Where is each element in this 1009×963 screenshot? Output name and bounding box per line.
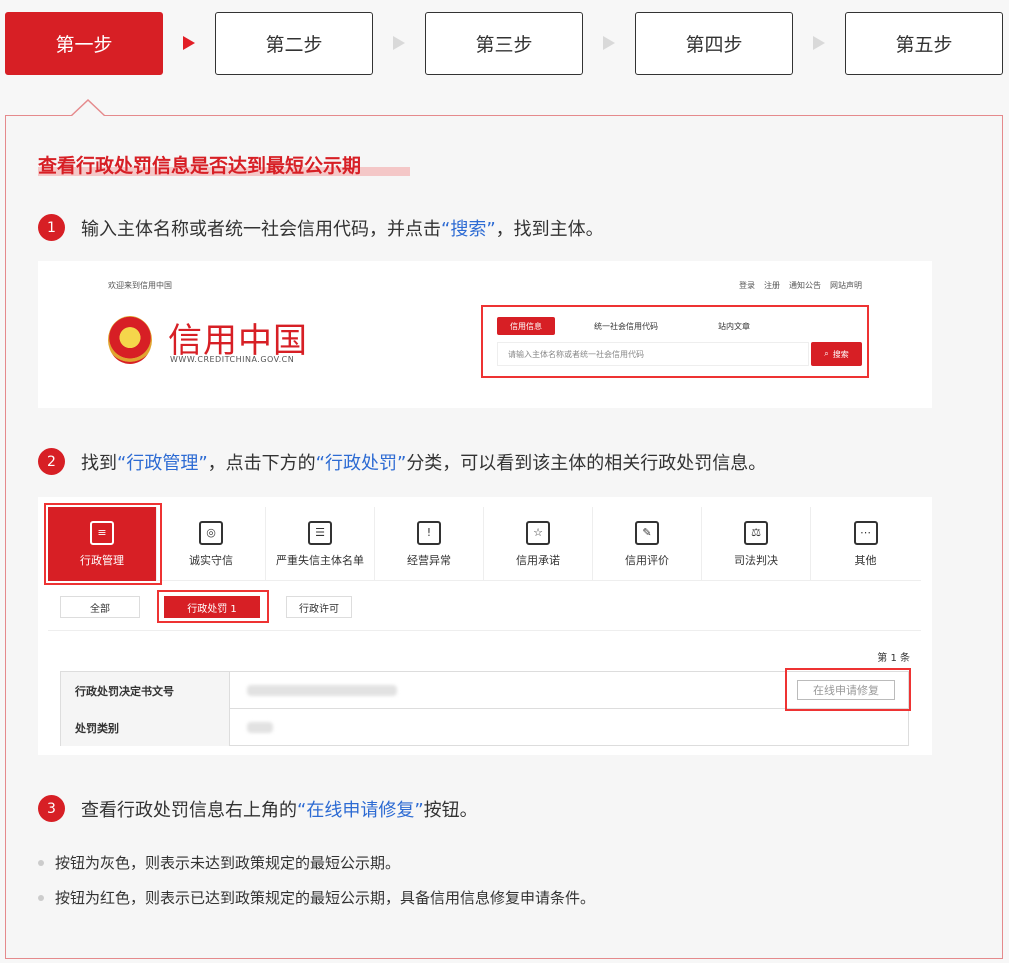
step-arrow-icon [393, 36, 405, 50]
category-integrity[interactable]: ◎ 诚实守信 [157, 507, 266, 581]
promise-icon: ☆ [526, 520, 550, 545]
note-gray: 按钮为灰色，则表示未达到政策规定的最短公示期。 [38, 852, 400, 873]
step-1[interactable]: 第一步 [5, 12, 163, 75]
filter-all[interactable]: 全部 [60, 596, 140, 618]
panel-title: 查看行政处罚信息是否达到最短公示期 [38, 155, 362, 177]
step-number-badge: 3 [38, 795, 65, 822]
search-button[interactable]: ⌕ 搜索 [811, 342, 862, 366]
instruction-step-3: 3 查看行政处罚信息右上角的 “在线申请修复” 按钮。 [38, 795, 478, 822]
step-number-badge: 2 [38, 448, 65, 475]
category-other[interactable]: ⋯ 其他 [811, 507, 920, 581]
step-arrow-icon [813, 36, 825, 50]
step-4[interactable]: 第四步 [635, 12, 793, 75]
step-progress: 第一步 第二步 第三步 第四步 第五步 [5, 12, 1003, 75]
site-url: WWW.CREDITCHINA.GOV.CN [170, 355, 295, 364]
instruction-step-1: 1 输入主体名称或者统一社会信用代码，并点击 “搜索” ，找到主体。 [38, 214, 604, 241]
shield-icon: ◎ [199, 520, 223, 545]
note-red: 按钮为红色，则表示已达到政策规定的最短公示期，具备信用信息修复申请条件。 [38, 887, 595, 908]
penalty-highlight-frame [157, 590, 269, 623]
category-bar: ≡ 行政管理 ◎ 诚实守信 ☰ 严重失信主体名单 ! 经营异常 ☆ 信用承诺 ✎… [48, 507, 921, 581]
category-dishonest-list[interactable]: ☰ 严重失信主体名单 [266, 507, 375, 581]
step-2[interactable]: 第二步 [215, 12, 373, 75]
top-links: 登录 注册 通知公告 网站声明 [739, 281, 862, 290]
screenshot-categories: ≡ 行政管理 ◎ 诚实守信 ☰ 严重失信主体名单 ! 经营异常 ☆ 信用承诺 ✎… [38, 497, 932, 755]
bullet-icon [38, 859, 44, 866]
category-abnormal[interactable]: ! 经营异常 [375, 507, 484, 581]
category-evaluation[interactable]: ✎ 信用评价 [593, 507, 702, 581]
step-5[interactable]: 第五步 [845, 12, 1003, 75]
category-promise[interactable]: ☆ 信用承诺 [484, 507, 593, 581]
table-row: 处罚类别 [61, 709, 910, 746]
instruction-step-2: 2 找到 “行政管理” ，点击下方的 “行政处罚” 分类，可以看到该主体的相关行… [38, 448, 766, 475]
tab-site-articles[interactable]: 站内文章 [718, 321, 750, 332]
tab-unified-code[interactable]: 统一社会信用代码 [594, 321, 658, 332]
search-input[interactable]: 请输入主体名称或者统一社会信用代码 [497, 342, 809, 366]
penalty-table: 行政处罚决定书文号 处罚类别 [60, 671, 910, 746]
admin-highlight-frame [44, 503, 162, 585]
bullet-icon [38, 894, 44, 901]
screenshot-search: 欢迎来到信用中国 登录 注册 通知公告 网站声明 信用中国 WWW.CREDIT… [38, 261, 932, 408]
blurred-value [247, 722, 273, 733]
record-count: 第 1 条 [877, 653, 910, 664]
repair-highlight-frame [785, 668, 911, 711]
national-emblem-icon [108, 316, 152, 364]
blurred-value [247, 685, 397, 696]
evaluation-icon: ✎ [635, 520, 659, 545]
step-number-badge: 1 [38, 214, 65, 241]
step-arrow-icon [603, 36, 615, 50]
step-arrow-icon [183, 36, 195, 50]
category-judgment[interactable]: ⚖ 司法判决 [702, 507, 811, 581]
tab-credit-info[interactable]: 信用信息 [497, 317, 555, 335]
list-icon: ☰ [308, 520, 332, 545]
alarm-icon: ! [417, 520, 441, 545]
step-3[interactable]: 第三步 [425, 12, 583, 75]
search-icon: ⌕ [824, 349, 829, 358]
table-row: 行政处罚决定书文号 [61, 672, 910, 709]
other-icon: ⋯ [853, 520, 878, 545]
judgment-icon: ⚖ [744, 520, 768, 545]
filter-license[interactable]: 行政许可 [286, 596, 352, 618]
